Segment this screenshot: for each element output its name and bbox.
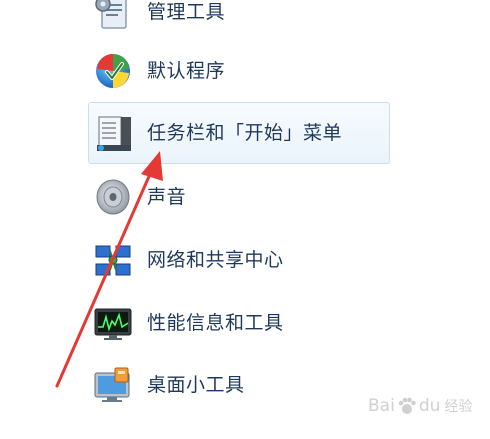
watermark-sub: 经验: [444, 399, 473, 415]
sound-icon: [93, 177, 133, 217]
cp-item-label: 桌面小工具: [147, 374, 245, 396]
network-sharing-icon: [93, 240, 133, 280]
cp-item-label: 管理工具: [147, 1, 226, 23]
baidu-watermark: Bai du 经验: [368, 392, 472, 420]
baidu-paw-icon: [398, 397, 416, 414]
cp-item-label: 声音: [147, 186, 187, 208]
control-panel-list: 管理工具 默认程序 任务栏和「开始」菜单 声音 网络和共享中心 性能信息和工具 …: [0, 0, 490, 439]
cp-item-performance[interactable]: 性能信息和工具: [88, 294, 390, 352]
cp-item-taskbar-start-menu[interactable]: 任务栏和「开始」菜单: [88, 102, 390, 164]
desktop-gadgets-icon: [93, 365, 133, 405]
watermark-brand-suffix: du: [418, 396, 441, 416]
cp-item-default-programs[interactable]: 默认程序: [88, 42, 390, 100]
cp-item-label: 任务栏和「开始」菜单: [147, 122, 343, 144]
cp-item-sound[interactable]: 声音: [88, 168, 390, 226]
cp-item-label: 网络和共享中心: [147, 249, 284, 271]
performance-icon: [93, 303, 133, 343]
default-programs-icon: [93, 51, 133, 91]
cp-item-desktop-gadgets[interactable]: 桌面小工具: [88, 356, 390, 414]
cp-item-network-sharing[interactable]: 网络和共享中心: [88, 231, 390, 289]
watermark-brand: Bai: [368, 396, 395, 416]
admin-tools-icon: [93, 0, 133, 32]
cp-item-label: 性能信息和工具: [147, 312, 284, 334]
cp-item-label: 默认程序: [147, 60, 226, 82]
cp-item-admin-tools[interactable]: 管理工具: [88, 0, 390, 41]
taskbar-start-menu-icon: [93, 113, 133, 153]
